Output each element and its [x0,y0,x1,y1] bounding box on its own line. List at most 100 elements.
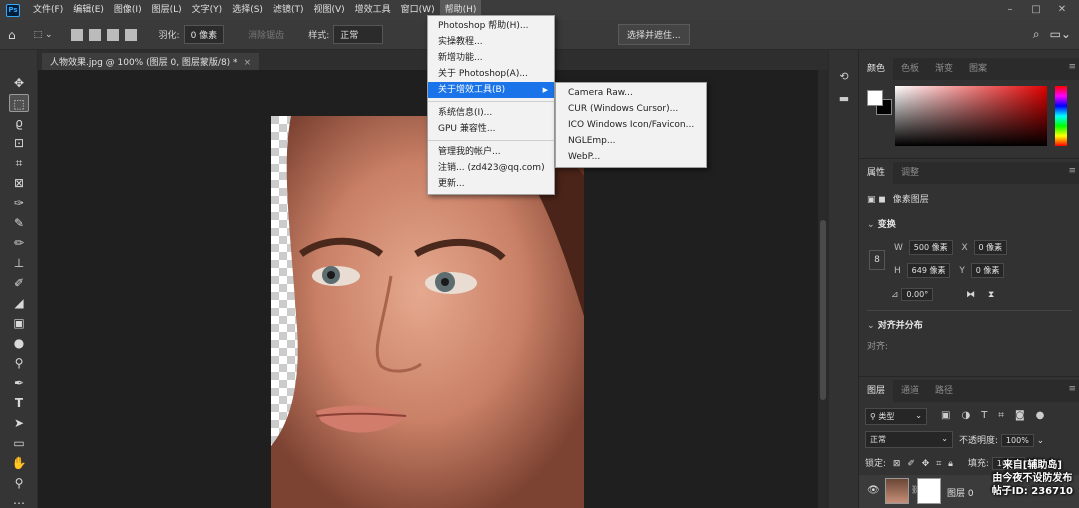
style-select[interactable]: 正常 [333,25,384,44]
transform-section-title[interactable]: ⌄ 变换 [867,217,896,230]
menu-item-sign-out[interactable]: 注销... (zd423@qq.com) [428,160,554,176]
antialias-checkbox[interactable]: 消除锯齿 [248,28,284,41]
menu-filter[interactable]: 滤镜(T) [268,0,309,20]
menu-item-gpu-compatibility[interactable]: GPU 兼容性... [428,121,554,137]
filter-smart-object-icon[interactable]: ◙ [1015,410,1025,421]
hand-tool-icon[interactable]: ✋ [9,454,29,472]
tab-swatches[interactable]: 色板 [893,58,927,80]
marquee-tool-icon[interactable]: ⬚ [9,94,29,112]
close-tab-icon[interactable]: × [244,58,252,68]
menu-plugins[interactable]: 增效工具 [350,0,396,20]
menu-item-updates[interactable]: 更新... [428,176,554,192]
opacity-input[interactable]: 100% [1000,434,1034,447]
comments-panel-icon[interactable]: ▬ [836,92,852,106]
menu-file[interactable]: 文件(F) [28,0,68,20]
layer-mask-thumbnail[interactable] [917,478,941,504]
blend-mode-select[interactable]: 正常 ⌄ [865,431,953,448]
more-tools-icon[interactable]: ⋯ [9,494,29,508]
tab-adjustments[interactable]: 调整 [893,162,927,184]
panel-menu-icon[interactable]: ≡ [1068,166,1076,176]
height-input[interactable]: 649 像素 [906,263,951,278]
add-to-selection-icon[interactable] [88,28,101,41]
menu-item-about-plugins[interactable]: 关于增效工具(B) ▶ [428,82,554,98]
align-section-title[interactable]: ⌄ 对齐并分布 [867,318,923,331]
eraser-tool-icon[interactable]: ◢ [9,294,29,312]
eye-icon[interactable]: 👁︎ [867,485,880,496]
blur-tool-icon[interactable]: ● [9,334,29,352]
tab-patterns[interactable]: 图案 [961,58,995,80]
filter-pixel-icon[interactable]: ▣ [941,410,950,421]
dodge-tool-icon[interactable]: ⚲ [9,354,29,372]
document-tab[interactable]: 人物效果.jpg @ 100% (图层 0, 图层蒙版/8) * × [42,53,260,70]
frame-tool-icon[interactable]: ⊠ [9,174,29,192]
pen-tool-icon[interactable]: ✒ [9,374,29,392]
search-icon[interactable]: ⌕ [1033,27,1040,42]
select-and-mask-button[interactable]: 选择并遮住... [618,24,690,45]
eyedropper-tool-icon[interactable]: ✑ [9,194,29,212]
intersect-selection-icon[interactable] [124,28,137,41]
angle-input[interactable]: 0.00° [901,288,934,301]
history-panel-icon[interactable]: ⟲ [836,70,852,84]
menu-item-photoshop-help[interactable]: Photoshop 帮助(H)... [428,18,554,34]
layer-filter-select[interactable]: ⚲ 类型 ⌄ [865,408,927,425]
brush-tool-icon[interactable]: ✏ [9,234,29,252]
flip-horizontal-icon[interactable]: ⧓ [966,290,975,300]
crop-tool-icon[interactable]: ⌗ [9,154,29,172]
quick-selection-tool-icon[interactable]: ⊡ [9,134,29,152]
subtract-selection-icon[interactable] [106,28,119,41]
lock-all-icon[interactable]: 🔒︎ [948,459,953,469]
filter-type-icon[interactable]: T [981,410,987,421]
marquee-tool-preset-icon[interactable]: ⬚ ⌄ [34,30,53,40]
submenu-item-camera-raw[interactable]: Camera Raw... [556,85,706,101]
menu-type[interactable]: 文字(Y) [187,0,228,20]
scrollbar-thumb[interactable] [820,220,826,400]
tab-layers[interactable]: 图层 [859,380,894,402]
layer-name[interactable]: 图层 0 [947,486,974,499]
new-selection-icon[interactable] [70,28,83,41]
gradient-tool-icon[interactable]: ▣ [9,314,29,332]
lock-artboard-icon[interactable]: ⌗ [936,459,941,469]
maximize-button[interactable]: □ [1023,0,1049,20]
submenu-item-webp[interactable]: WebP... [556,149,706,165]
menu-item-whats-new[interactable]: 新增功能... [428,50,554,66]
menu-item-hands-on-tutorials[interactable]: 实操教程... [428,34,554,50]
lasso-tool-icon[interactable]: ϱ [9,114,29,132]
tab-paths[interactable]: 路径 [927,380,961,402]
menu-image[interactable]: 图像(I) [109,0,147,20]
lock-position-icon[interactable]: ✥ [922,459,930,469]
tab-channels[interactable]: 通道 [893,380,927,402]
workspace-icon[interactable]: ▭⌄ [1050,27,1071,42]
submenu-item-cur[interactable]: CUR (Windows Cursor)... [556,101,706,117]
healing-brush-tool-icon[interactable]: ✎ [9,214,29,232]
link-dimensions-icon[interactable]: 8 [869,250,885,270]
x-input[interactable]: 0 像素 [973,240,1008,255]
home-icon[interactable]: ⌂ [8,28,16,42]
tab-properties[interactable]: 属性 [859,162,894,184]
color-picker-field[interactable] [895,86,1047,146]
path-selection-tool-icon[interactable]: ➤ [9,414,29,432]
lock-image-icon[interactable]: ✐ [907,459,915,469]
y-input[interactable]: 0 像素 [970,263,1005,278]
menu-edit[interactable]: 编辑(E) [68,0,109,20]
submenu-item-nglemp[interactable]: NGLEmp... [556,133,706,149]
move-tool-icon[interactable]: ✥ [9,74,29,92]
lock-transparent-icon[interactable]: ⊠ [893,459,901,469]
tab-gradients[interactable]: 渐变 [927,58,961,80]
menu-select[interactable]: 选择(S) [227,0,268,20]
panel-menu-icon[interactable]: ≡ [1068,384,1076,394]
filter-shape-icon[interactable]: ⌗ [998,410,1004,421]
minimize-button[interactable]: – [997,0,1023,20]
filter-toggle-icon[interactable]: ● [1036,410,1045,421]
panel-menu-icon[interactable]: ≡ [1068,62,1076,72]
canvas-vertical-scrollbar[interactable] [818,70,828,508]
hue-slider[interactable] [1055,86,1067,146]
menu-item-manage-account[interactable]: 管理我的帐户... [428,144,554,160]
clone-stamp-tool-icon[interactable]: ⊥ [9,254,29,272]
submenu-item-ico[interactable]: ICO Windows Icon/Favicon... [556,117,706,133]
rectangle-tool-icon[interactable]: ▭ [9,434,29,452]
menu-view[interactable]: 视图(V) [308,0,349,20]
type-tool-icon[interactable]: T [9,394,29,412]
width-input[interactable]: 500 像素 [908,240,953,255]
zoom-tool-icon[interactable]: ⚲ [9,474,29,492]
menu-item-about-photoshop[interactable]: 关于 Photoshop(A)... [428,66,554,82]
